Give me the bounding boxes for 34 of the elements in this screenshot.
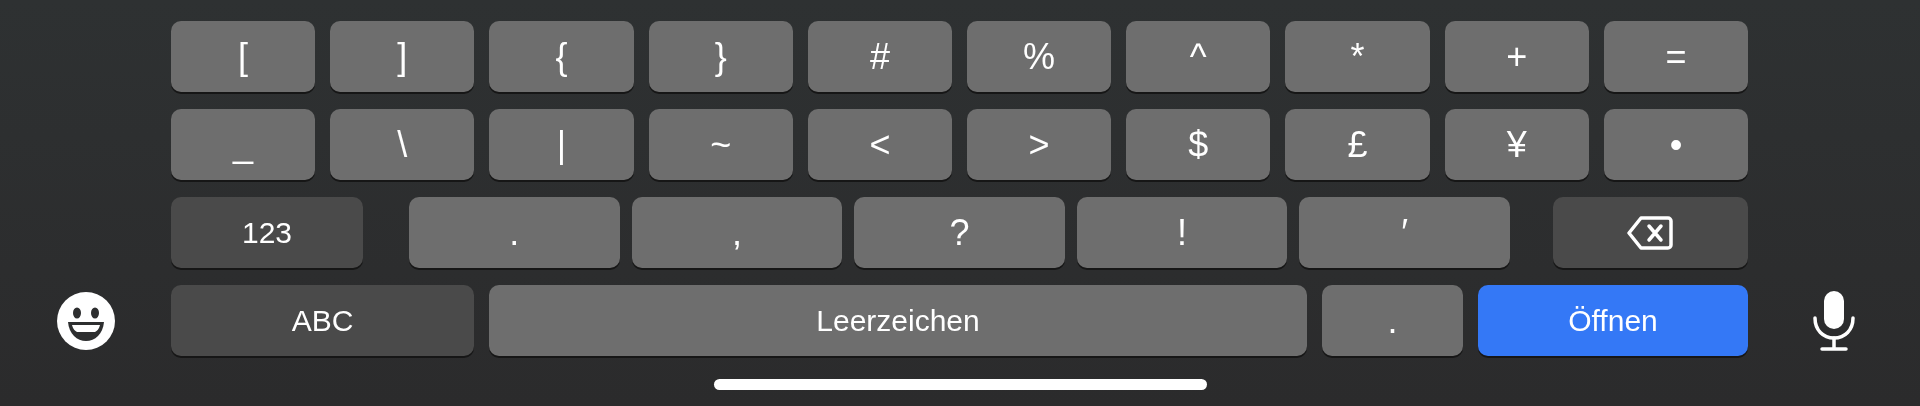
- space-key[interactable]: Leerzeichen: [489, 285, 1307, 356]
- key[interactable]: !: [1076, 197, 1288, 268]
- key[interactable]: _: [171, 109, 316, 180]
- key[interactable]: $: [1126, 109, 1271, 180]
- key[interactable]: <: [807, 109, 952, 180]
- key[interactable]: ~: [648, 109, 793, 180]
- key[interactable]: =: [1603, 21, 1749, 92]
- key[interactable]: ]: [330, 21, 475, 92]
- key[interactable]: ?: [854, 197, 1065, 268]
- key[interactable]: +: [1444, 21, 1589, 92]
- mode-key[interactable]: 123: [171, 197, 363, 268]
- key[interactable]: \: [330, 109, 475, 180]
- key[interactable]: •: [1603, 109, 1749, 180]
- key[interactable]: ^: [1126, 21, 1271, 92]
- key[interactable]: ,: [631, 197, 843, 268]
- key[interactable]: #: [807, 21, 952, 92]
- key[interactable]: >: [967, 109, 1112, 180]
- key[interactable]: *: [1285, 21, 1430, 92]
- key[interactable]: £: [1285, 109, 1430, 180]
- key[interactable]: |: [489, 109, 634, 180]
- key[interactable]: }: [648, 21, 793, 92]
- backspace-icon: [1627, 214, 1674, 251]
- mode-key[interactable]: ABC: [171, 285, 474, 356]
- emoji-icon[interactable]: [56, 291, 115, 350]
- key[interactable]: .: [1322, 285, 1463, 356]
- key[interactable]: {: [489, 21, 634, 92]
- delete-key[interactable]: [1552, 197, 1748, 268]
- key[interactable]: ¥: [1444, 109, 1589, 180]
- key[interactable]: ′: [1299, 197, 1510, 268]
- microphone-icon[interactable]: [1812, 289, 1856, 352]
- open-key[interactable]: Öffnen: [1478, 285, 1748, 356]
- key[interactable]: .: [409, 197, 620, 268]
- key[interactable]: [: [171, 21, 316, 92]
- key[interactable]: %: [967, 21, 1112, 92]
